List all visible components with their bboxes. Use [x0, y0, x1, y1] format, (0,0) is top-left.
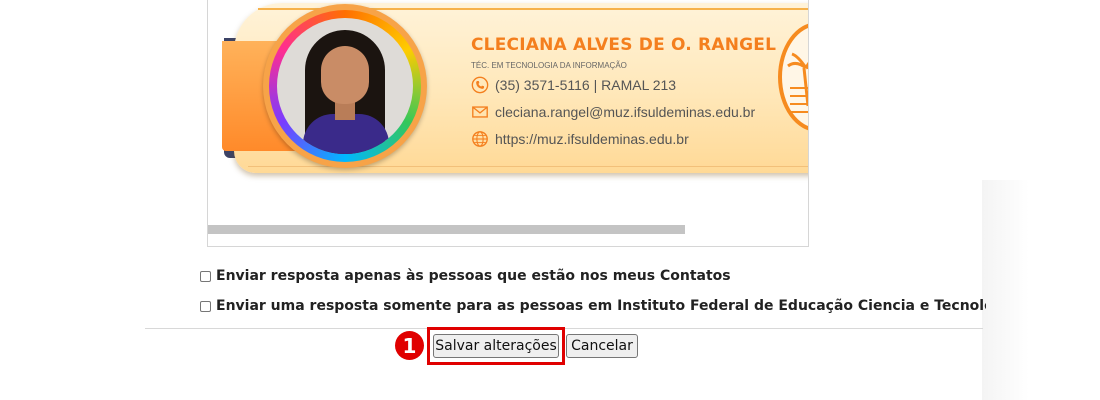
institution-logo: [778, 22, 808, 132]
option-org-only-clip: Enviar uma resposta somente para as pess…: [200, 298, 986, 318]
signature-email: cleciana.rangel@muz.ifsuldeminas.edu.br: [495, 104, 756, 120]
step-badge: 1: [395, 331, 424, 360]
palm-tree-icon: [787, 52, 808, 113]
envelope-icon: [472, 106, 488, 118]
page-edge-shade: [982, 180, 1100, 400]
signature-phone-row: (35) 3571-5116 | RAMAL 213: [471, 76, 676, 94]
signature-name: CLECIANA ALVES DE O. RANGEL: [471, 35, 777, 55]
phone-icon: [471, 76, 489, 94]
horizontal-scrollbar[interactable]: [208, 225, 685, 234]
cancel-button[interactable]: Cancelar: [566, 334, 638, 358]
profile-photo: [277, 18, 413, 154]
signature-phone: (35) 3571-5116 | RAMAL 213: [495, 77, 677, 93]
contacts-only-label: Enviar resposta apenas às pessoas que es…: [216, 268, 731, 284]
contacts-only-checkbox[interactable]: [200, 270, 211, 282]
save-button[interactable]: Salvar alterações: [433, 334, 559, 358]
signature-email-row: cleciana.rangel@muz.ifsuldeminas.edu.br: [471, 103, 755, 121]
org-only-label: Enviar uma resposta somente para as pess…: [216, 298, 986, 314]
org-only-checkbox[interactable]: [200, 300, 211, 312]
option-org-only[interactable]: Enviar uma resposta somente para as pess…: [200, 298, 986, 314]
signature-website: https://muz.ifsuldeminas.edu.br: [495, 131, 689, 147]
globe-icon: [472, 131, 488, 147]
option-contacts-only[interactable]: Enviar resposta apenas às pessoas que es…: [200, 268, 731, 284]
signature-website-row: https://muz.ifsuldeminas.edu.br: [471, 130, 689, 148]
signature-role: TÉC. EM TECNOLOGIA DA INFORMAÇÃO: [471, 61, 627, 70]
signature-preview[interactable]: CLECIANA ALVES DE O. RANGEL TÉC. EM TECN…: [207, 0, 809, 247]
